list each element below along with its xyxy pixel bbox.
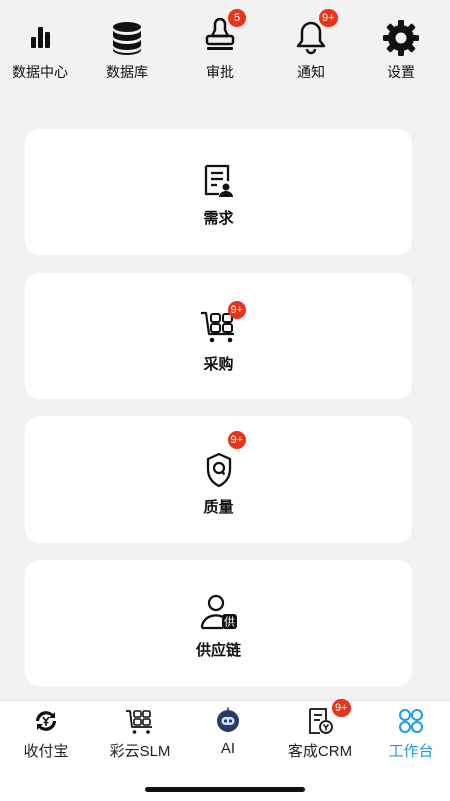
crm-badge: 9+ xyxy=(332,699,351,717)
card-label: 需求 xyxy=(203,210,234,227)
database-icon xyxy=(107,18,147,58)
card-purchase[interactable]: 9+ 采购 xyxy=(25,273,412,399)
ai-robot-icon xyxy=(213,706,243,736)
top-nav-approval[interactable]: 5 审批 xyxy=(185,9,255,88)
tab-ai[interactable]: AI xyxy=(204,706,252,766)
top-nav-label: 设置 xyxy=(387,64,415,80)
requirement-doc-icon xyxy=(199,161,239,201)
slm-cart-icon xyxy=(125,706,155,736)
purchase-badge: 9+ xyxy=(227,301,247,319)
tab-label: AI xyxy=(220,740,236,757)
top-nav-settings[interactable]: 设置 xyxy=(366,18,436,88)
bar-chart-icon xyxy=(20,18,60,58)
top-nav-label: 数据中心 xyxy=(12,64,68,80)
card-label: 采购 xyxy=(203,356,234,373)
purchase-cart-icon: 9+ xyxy=(199,301,247,346)
card-supply-chain[interactable]: 供 供应链 xyxy=(25,560,412,686)
gear-icon xyxy=(381,18,421,58)
crm-doc-icon: 9+ xyxy=(305,699,351,736)
bottom-tab-bar: 收付宝 彩云SLM AI 9+ 客成CRM 工作台 xyxy=(0,699,450,801)
supplier-icon-glyph: 供 xyxy=(224,615,235,629)
top-nav-label: 数据库 xyxy=(106,64,148,80)
supplier-person-icon: 供 xyxy=(199,592,239,632)
stamp-icon: 5 xyxy=(200,9,246,58)
tab-label: 工作台 xyxy=(388,743,434,760)
tab-label: 彩云SLM xyxy=(109,743,171,760)
workbench-grid-icon xyxy=(396,706,426,736)
card-quality[interactable]: 9+ 质量 xyxy=(25,416,412,543)
tab-workbench[interactable]: 工作台 xyxy=(378,706,444,766)
notification-badge: 9+ xyxy=(319,9,338,27)
tab-label: 收付宝 xyxy=(23,743,69,760)
top-nav-notification[interactable]: 9+ 通知 xyxy=(276,9,346,88)
card-requirement[interactable]: 需求 xyxy=(25,129,412,255)
payment-exchange-icon xyxy=(31,706,61,736)
top-nav-database[interactable]: 数据库 xyxy=(92,18,162,88)
top-nav-label: 审批 xyxy=(206,64,234,80)
top-nav-label: 通知 xyxy=(297,64,325,80)
tab-payment[interactable]: 收付宝 xyxy=(10,706,82,766)
quality-shield-icon: 9+ xyxy=(199,431,247,490)
top-nav: 数据中心 数据库 5 审批 9+ 通知 设置 xyxy=(0,0,450,100)
tab-slm[interactable]: 彩云SLM xyxy=(98,706,182,766)
approval-badge: 5 xyxy=(228,9,246,27)
top-nav-data-center[interactable]: 数据中心 xyxy=(5,18,75,88)
tab-crm[interactable]: 9+ 客成CRM xyxy=(280,699,360,766)
home-indicator xyxy=(145,787,305,792)
card-label: 质量 xyxy=(203,499,234,516)
bell-icon: 9+ xyxy=(291,9,338,58)
card-label: 供应链 xyxy=(195,642,241,659)
quality-badge: 9+ xyxy=(227,431,247,449)
tab-label: 客成CRM xyxy=(287,743,353,760)
